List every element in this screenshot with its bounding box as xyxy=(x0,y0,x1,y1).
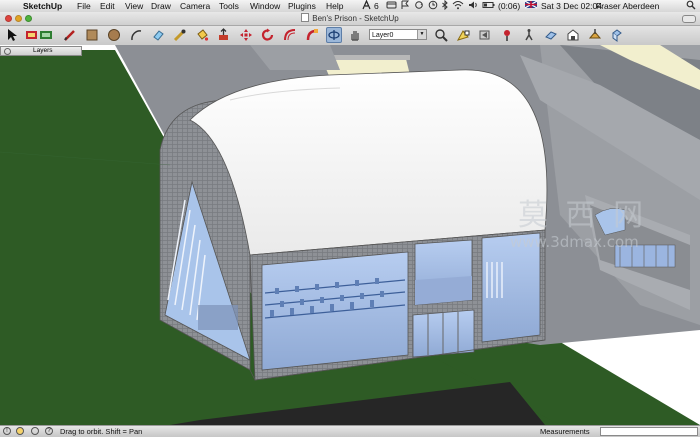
zoom-tool-icon[interactable] xyxy=(433,27,449,43)
get-models-icon[interactable] xyxy=(565,27,581,43)
chevron-down-icon: ▼ xyxy=(417,30,426,39)
user-icon[interactable] xyxy=(31,427,39,435)
menu-plugins[interactable]: Plugins xyxy=(288,0,316,12)
layers-panel-title: Layers xyxy=(33,47,53,54)
follow-me-icon[interactable] xyxy=(304,27,320,43)
previous-view-icon[interactable] xyxy=(477,27,493,43)
select-tool-icon[interactable] xyxy=(4,27,20,43)
menu-view[interactable]: View xyxy=(125,0,143,12)
measurements-input[interactable] xyxy=(600,427,698,436)
flag-uk-icon[interactable] xyxy=(524,0,538,12)
model-viewport[interactable]: 莫 西 网 www.3dmax.com xyxy=(0,45,700,425)
menu-camera[interactable]: Camera xyxy=(180,0,210,12)
push-pull-icon[interactable] xyxy=(216,27,232,43)
geo-location-icon[interactable]: ! xyxy=(3,427,11,435)
extension-warehouse-icon[interactable] xyxy=(609,27,625,43)
make-component-icon[interactable] xyxy=(25,27,53,43)
share-model-icon[interactable] xyxy=(587,27,603,43)
clock[interactable]: Sat 3 Dec 02:04 xyxy=(541,0,602,12)
credits-icon[interactable] xyxy=(16,427,24,435)
document-icon xyxy=(301,13,310,22)
move-tool-icon[interactable] xyxy=(238,27,254,43)
layers-panel-close-icon[interactable] xyxy=(4,48,11,55)
app-menu[interactable]: SketchUp xyxy=(23,0,62,12)
toolbar: Layer0 ▼ xyxy=(0,26,700,46)
menu-edit[interactable]: Edit xyxy=(100,0,115,12)
user-name[interactable]: Fraser Aberdeen xyxy=(596,0,659,12)
pan-hand-icon[interactable] xyxy=(347,27,363,43)
position-camera-icon[interactable] xyxy=(499,27,515,43)
status-number: 6 xyxy=(374,1,379,11)
measurements-label: Measurements xyxy=(540,427,590,436)
rotate-tool-icon[interactable] xyxy=(260,27,276,43)
tape-measure-icon[interactable] xyxy=(172,27,188,43)
window-title-bar: Ben's Prison - SketchUp xyxy=(0,12,700,26)
status-hint: Drag to orbit. Shift = Pan xyxy=(60,427,143,436)
menu-help[interactable]: Help xyxy=(326,0,343,12)
help-icon[interactable]: ? xyxy=(45,427,53,435)
menu-tools[interactable]: Tools xyxy=(219,0,239,12)
window-title: Ben's Prison - SketchUp xyxy=(312,14,399,23)
rectangle-tool-icon[interactable] xyxy=(84,27,100,43)
paint-bucket-icon[interactable] xyxy=(194,27,210,43)
offset-tool-icon[interactable] xyxy=(282,27,298,43)
watermark-cjk: 莫 西 网 xyxy=(518,198,648,233)
layers-panel[interactable]: Layers xyxy=(0,46,82,56)
walk-tool-icon[interactable] xyxy=(521,27,537,43)
battery-time: (0:06) xyxy=(498,1,521,11)
orbit-tool-icon[interactable] xyxy=(326,27,342,43)
section-plane-icon[interactable] xyxy=(543,27,559,43)
layer-select[interactable]: Layer0 ▼ xyxy=(369,29,427,40)
zoom-extents-icon[interactable] xyxy=(455,27,471,43)
eraser-tool-icon[interactable] xyxy=(150,27,166,43)
menu-draw[interactable]: Draw xyxy=(151,0,171,12)
menu-file[interactable]: File xyxy=(77,0,91,12)
toolbar-toggle-button[interactable] xyxy=(682,15,696,23)
pencil-line-icon[interactable] xyxy=(62,27,78,43)
circle-tool-icon[interactable] xyxy=(106,27,122,43)
watermark-url: www.3dmax.com xyxy=(510,233,639,251)
layer-select-value: Layer0 xyxy=(372,32,394,39)
status-bar: ! ? Drag to orbit. Shift = Pan Measureme… xyxy=(0,425,700,437)
arc-tool-icon[interactable] xyxy=(128,27,144,43)
menu-window[interactable]: Window xyxy=(250,0,280,12)
